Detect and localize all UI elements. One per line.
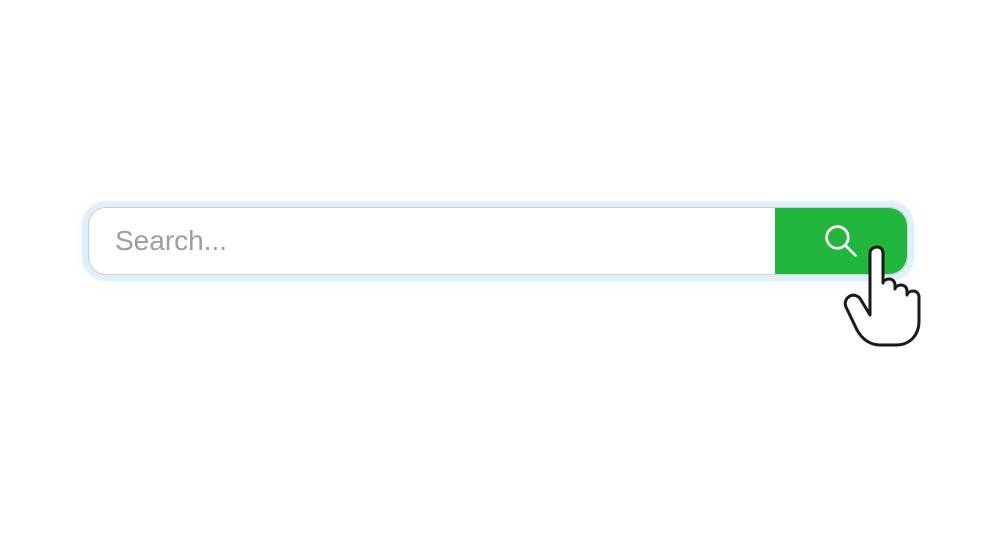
search-bar — [88, 207, 908, 275]
search-button[interactable] — [775, 208, 907, 274]
search-icon — [823, 223, 859, 259]
search-input[interactable] — [89, 208, 775, 274]
